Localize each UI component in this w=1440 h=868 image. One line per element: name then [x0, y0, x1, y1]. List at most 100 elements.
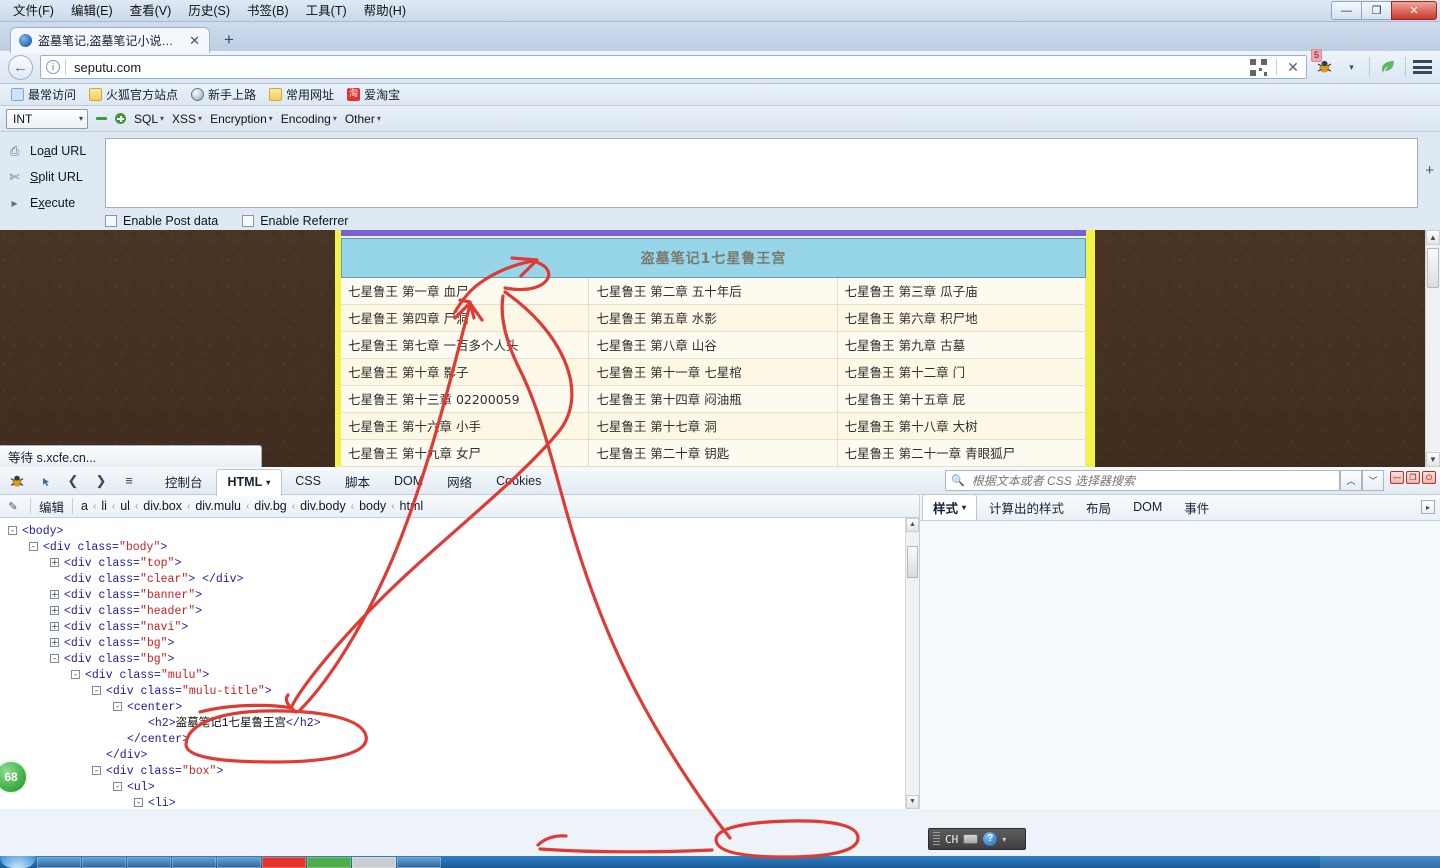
chapter-link[interactable]: 七星鲁王 第十六章 小手 — [348, 419, 481, 434]
ime-language-label[interactable]: CH — [945, 833, 958, 846]
ime-language-bar[interactable]: CH ? ▾ — [928, 828, 1026, 850]
bookmark-most-visited[interactable]: 最常访问 — [6, 85, 81, 104]
taskbar-item[interactable] — [37, 856, 81, 868]
toggle-icon[interactable]: - — [113, 782, 122, 792]
address-bar[interactable]: i seputu.com ✕ — [40, 55, 1307, 79]
toggle-icon[interactable]: - — [92, 686, 101, 696]
chapter-item[interactable]: 七星鲁王 第三章 瓜子庙 — [837, 278, 1086, 305]
scroll-up-icon[interactable]: ▲ — [1426, 230, 1440, 245]
chapter-item[interactable]: 七星鲁王 第十四章 闷油瓶 — [589, 386, 838, 413]
chapter-link[interactable]: 七星鲁王 第五章 水影 — [596, 311, 716, 326]
toggle-icon[interactable]: - — [8, 526, 17, 536]
menu-bookmarks[interactable]: 书签(B) — [240, 1, 296, 21]
breadcrumb-item[interactable]: div.box — [143, 499, 182, 513]
chapter-link[interactable]: 七星鲁王 第二十章 钥匙 — [596, 446, 729, 461]
search-prev-icon[interactable]: ︿ — [1340, 470, 1362, 491]
breadcrumb-item[interactable]: div.body — [300, 499, 346, 513]
chapter-item[interactable]: 七星鲁王 第二十章 钥匙 — [589, 440, 838, 467]
code-line[interactable]: - <ul> — [8, 780, 919, 796]
code-scrollbar[interactable]: ▲ ▼ — [905, 518, 919, 809]
toggle-icon[interactable]: + — [50, 638, 59, 648]
bookmark-aitaobao[interactable]: 淘 爱淘宝 — [342, 85, 405, 104]
chapter-item[interactable]: 七星鲁王 第七章 一百多个人头 — [341, 332, 590, 359]
firebug-icon[interactable] — [4, 469, 30, 493]
stop-icon[interactable]: ✕ — [1282, 59, 1304, 76]
chapter-item[interactable]: 七星鲁王 第二十一章 青眼狐尸 — [837, 440, 1086, 467]
execute-button[interactable]: ▸ Execute — [0, 190, 105, 216]
leaf-icon[interactable] — [1377, 57, 1398, 78]
tab-styles[interactable]: 样式 ▾ — [922, 494, 978, 520]
devtools-search-box[interactable]: 🔍 — [945, 470, 1340, 491]
tab-layout[interactable]: 布局 — [1076, 494, 1121, 520]
hackbar-menu-xss[interactable]: XSS ▾ — [172, 112, 202, 126]
code-line[interactable]: + <div class="header"> — [8, 604, 919, 620]
code-line[interactable]: + <div class="navi"> — [8, 620, 919, 636]
tab-dom[interactable]: DOM — [383, 469, 434, 495]
code-line[interactable]: <div class="clear"> </div> — [8, 572, 919, 588]
toggle-icon[interactable]: + — [50, 558, 59, 568]
chapter-item[interactable]: 七星鲁王 第一章 血尸 — [341, 278, 590, 305]
code-line[interactable]: - <div class="mulu-title"> — [8, 684, 919, 700]
chapter-link[interactable]: 七星鲁王 第二章 五十年后 — [596, 284, 741, 299]
chapter-item[interactable]: 七星鲁王 第十五章 屁 — [837, 386, 1086, 413]
code-line[interactable]: </div> — [8, 748, 919, 764]
style-options-icon[interactable]: ▸ — [1421, 500, 1435, 514]
maximize-button[interactable]: ❐ — [1361, 1, 1392, 20]
chapter-link[interactable]: 七星鲁王 第九章 古墓 — [845, 338, 965, 353]
toggle-icon[interactable]: - — [113, 702, 122, 712]
scroll-down-icon[interactable]: ▼ — [1426, 452, 1440, 467]
taskbar-item[interactable] — [172, 856, 216, 868]
code-scroll-up-icon[interactable]: ▲ — [906, 518, 919, 533]
load-url-button[interactable]: ⎙ Load URL — [0, 138, 105, 164]
code-line[interactable]: - <body> — [8, 524, 919, 540]
chapter-link[interactable]: 七星鲁王 第十九章 女尸 — [348, 446, 481, 461]
tab-cookies[interactable]: Cookies — [485, 469, 552, 495]
firebug-dropdown-icon[interactable]: ▾ — [1341, 57, 1362, 78]
chapter-link[interactable]: 七星鲁王 第三章 瓜子庙 — [845, 284, 978, 299]
toggle-icon[interactable]: + — [50, 606, 59, 616]
chapter-item[interactable]: 七星鲁王 第十二章 门 — [837, 359, 1086, 386]
decrement-icon[interactable] — [96, 117, 107, 120]
tab-network[interactable]: 网络 — [436, 469, 483, 495]
expand-icon[interactable]: + — [1425, 162, 1434, 179]
tab-console[interactable]: 控制台 — [154, 469, 214, 495]
chapter-link[interactable]: 七星鲁王 第八章 山谷 — [596, 338, 716, 353]
breadcrumb-item[interactable]: a — [81, 499, 88, 513]
chapter-link[interactable]: 七星鲁王 第七章 一百多个人头 — [348, 338, 518, 353]
tab-computed[interactable]: 计算出的样式 — [979, 494, 1074, 520]
tab-html[interactable]: HTML ▾ — [215, 468, 283, 496]
bookmark-common-sites[interactable]: 常用网址 — [264, 85, 339, 104]
hackbar-menu-other[interactable]: Other ▾ — [345, 112, 381, 126]
chapter-item[interactable]: 七星鲁王 第十六章 小手 — [341, 413, 590, 440]
chapter-item[interactable]: 七星鲁王 第五章 水影 — [589, 305, 838, 332]
breadcrumb-item[interactable]: div.bg — [254, 499, 286, 513]
enable-referrer-checkbox[interactable]: Enable Referrer — [242, 214, 348, 228]
chevron-down-icon[interactable]: ▾ — [1002, 835, 1006, 844]
chapter-link[interactable]: 七星鲁王 第六章 积尸地 — [845, 311, 978, 326]
new-tab-button[interactable]: + — [216, 28, 242, 52]
edit-icon[interactable]: ✎ — [4, 497, 22, 515]
tab-script[interactable]: 脚本 — [334, 469, 381, 495]
chapter-link[interactable]: 七星鲁王 第十五章 屁 — [845, 392, 965, 407]
chapter-link[interactable]: 七星鲁王 第十章 影子 — [348, 365, 468, 380]
devtools-minimize-button[interactable]: — — [1390, 471, 1404, 484]
chapter-item[interactable]: 七星鲁王 第六章 积尸地 — [837, 305, 1086, 332]
page-scrollbar[interactable]: ▲ ▼ — [1425, 230, 1440, 467]
code-line[interactable]: + <div class="banner"> — [8, 588, 919, 604]
chapter-item[interactable]: 七星鲁王 第八章 山谷 — [589, 332, 838, 359]
checkbox-box[interactable] — [242, 215, 255, 227]
search-input[interactable] — [969, 472, 1334, 489]
hackbar-menu-sql[interactable]: SQL ▾ — [134, 112, 164, 126]
chapter-link[interactable]: 七星鲁王 第十七章 洞 — [596, 419, 716, 434]
chapter-item[interactable]: 七星鲁王 第十七章 洞 — [589, 413, 838, 440]
code-line[interactable]: - <div class="mulu"> — [8, 668, 919, 684]
chapter-item[interactable]: 七星鲁王 第九章 古墓 — [837, 332, 1086, 359]
breadcrumb-item[interactable]: body — [359, 499, 386, 513]
code-line[interactable]: - <div class="bg"> — [8, 652, 919, 668]
chapter-link[interactable]: 七星鲁王 第十一章 七星棺 — [596, 365, 741, 380]
back-icon[interactable]: ❮ — [60, 469, 86, 493]
code-line[interactable]: - <li> — [8, 796, 919, 809]
chapter-item[interactable]: 七星鲁王 第十章 影子 — [341, 359, 590, 386]
taskbar-item[interactable] — [352, 856, 396, 868]
html-source-pane[interactable]: - <body> - <div class="body"> + <div class="t… — [0, 518, 919, 809]
